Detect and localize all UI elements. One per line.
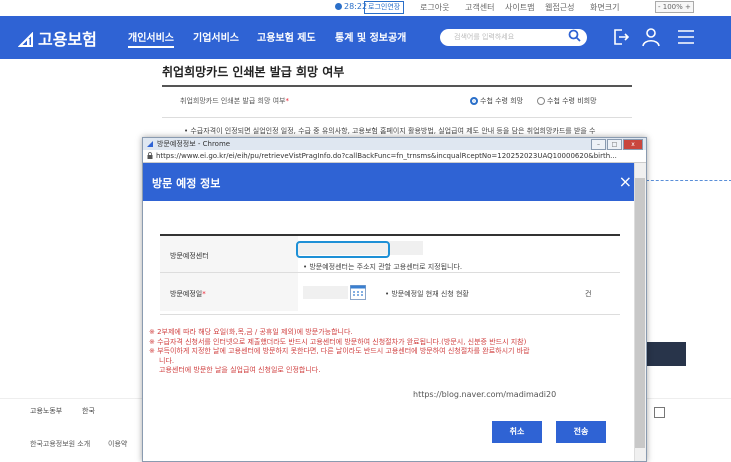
row-divider <box>160 272 620 273</box>
nav-personal[interactable]: 개인서비스 <box>128 29 174 48</box>
visit-center-hint: • 방문예정센터는 주소지 관할 고용센터로 지정됩니다. <box>303 263 463 271</box>
page-title: 취업희망카드 인쇄본 발급 희망 여부 <box>162 65 345 79</box>
sitemap-link[interactable]: 사이트맵 <box>505 2 534 13</box>
dark-button[interactable] <box>646 342 686 366</box>
blog-watermark: https://blog.naver.com/madimadi20 <box>410 388 560 401</box>
calendar-icon[interactable] <box>350 285 366 300</box>
external-link-icon[interactable] <box>654 407 665 418</box>
visit-center-field[interactable] <box>296 241 390 258</box>
dashed-panel <box>646 180 731 301</box>
accessibility-link[interactable]: 웹접근성 <box>545 2 574 13</box>
notice-item: ※ 부득이하게 지정한 날에 고용센터에 방문하지 못한다면, 다른 날이라도 … <box>149 347 530 355</box>
maximize-button[interactable]: □ <box>607 139 622 150</box>
address-bar[interactable]: https://www.ei.go.kr/ei/eih/pu/retrieveV… <box>143 150 646 163</box>
utility-bar: 28:22 로그인연장 로그아웃 고객센터 사이트맵 웹접근성 화면크기 - 1… <box>0 0 731 16</box>
extend-login-button[interactable]: 로그인연장 <box>364 1 405 14</box>
notice-item: ※ 2부제에 따라 해당 요일(화,목,금 / 공휴일 제외)에 방문가능합니다… <box>149 328 353 336</box>
notice-item: 고용센터에 방문한 날을 실업급여 신청일로 인정합니다. <box>159 366 321 374</box>
login-icon[interactable] <box>611 27 631 47</box>
radio-empty-icon <box>537 97 545 105</box>
logout-link[interactable]: 로그아웃 <box>420 2 449 13</box>
modal-header: 방문 예정 정보 × <box>143 163 646 201</box>
window-close-button[interactable]: x <box>623 139 643 150</box>
close-icon[interactable]: × <box>619 172 632 191</box>
timer-icon <box>335 3 342 10</box>
window-titlebar: 방문예정정보 - Chrome – □ x <box>143 138 646 150</box>
footer-link-about[interactable]: 한국고용정보원 소개 <box>30 439 90 449</box>
visit-count-unit: 건 <box>585 290 592 298</box>
notice-item: ※ 수급자격 신청서를 인터넷으로 제출했더라도 반드시 고용센터에 방문하여 … <box>149 337 527 346</box>
notice-list: ※ 2부제에 따라 해당 요일(화,목,금 / 공휴일 제외)에 방문가능합니다… <box>149 328 629 376</box>
customer-center-link[interactable]: 고객센터 <box>465 2 494 13</box>
logo-icon <box>18 32 33 47</box>
radio-want-booklet[interactable]: 수첩 수령 희망 <box>470 96 523 106</box>
screen-size-label: 화면크기 <box>590 3 620 12</box>
lock-icon <box>147 152 153 159</box>
radio-no-booklet[interactable]: 수첩 수령 비희망 <box>537 96 597 106</box>
nav-statistics[interactable]: 통계 및 정보공개 <box>335 29 406 44</box>
footer-logo-2[interactable]: 한국 <box>82 406 95 416</box>
session-timer: 28:22 <box>335 2 367 11</box>
search-icon[interactable] <box>568 29 581 42</box>
favicon-icon <box>147 141 153 147</box>
zoom-control[interactable]: - 100% + <box>655 1 694 13</box>
user-icon[interactable] <box>641 27 661 47</box>
submit-button[interactable]: 전송 <box>556 421 606 443</box>
visit-info-popup: 방문예정정보 - Chrome – □ x https://www.ei.go.kr… <box>142 137 647 462</box>
info-note: • 수급자격이 인정되면 실업인정 일정, 수급 중 유의사항, 고용보험 홈페… <box>184 127 596 135</box>
visit-center-label: 방문예정센터 <box>170 252 209 260</box>
notice-item: 니다. <box>159 356 175 365</box>
visit-date-input[interactable] <box>303 286 348 299</box>
nav-business[interactable]: 기업서비스 <box>193 29 239 44</box>
search-input[interactable]: 검색어를 입력하세요 <box>440 29 587 46</box>
footer-logo-moel[interactable]: 고용노동부 <box>30 406 62 416</box>
visit-date-hint: • 방문예정일 현재 신청 현황 <box>385 290 469 298</box>
radio-selected-icon <box>470 97 478 105</box>
site-logo[interactable]: 고용보험 <box>18 26 97 50</box>
site-header: 고용보험 개인서비스 기업서비스 고용보험 제도 통계 및 정보공개 검색어를 … <box>0 16 731 59</box>
cancel-button[interactable]: 취소 <box>492 421 542 443</box>
footer-link-terms[interactable]: 이용약 <box>108 439 127 449</box>
field-label: 취업희망카드 인쇄본 발급 희망 여부* <box>180 97 289 105</box>
scrollbar-thumb[interactable] <box>635 178 645 448</box>
visit-date-label: 방문예정일* <box>170 290 206 298</box>
nav-insurance-system[interactable]: 고용보험 제도 <box>257 29 316 44</box>
modal-title: 방문 예정 정보 <box>152 177 221 190</box>
menu-icon[interactable] <box>676 27 696 47</box>
minimize-button[interactable]: – <box>591 139 606 150</box>
